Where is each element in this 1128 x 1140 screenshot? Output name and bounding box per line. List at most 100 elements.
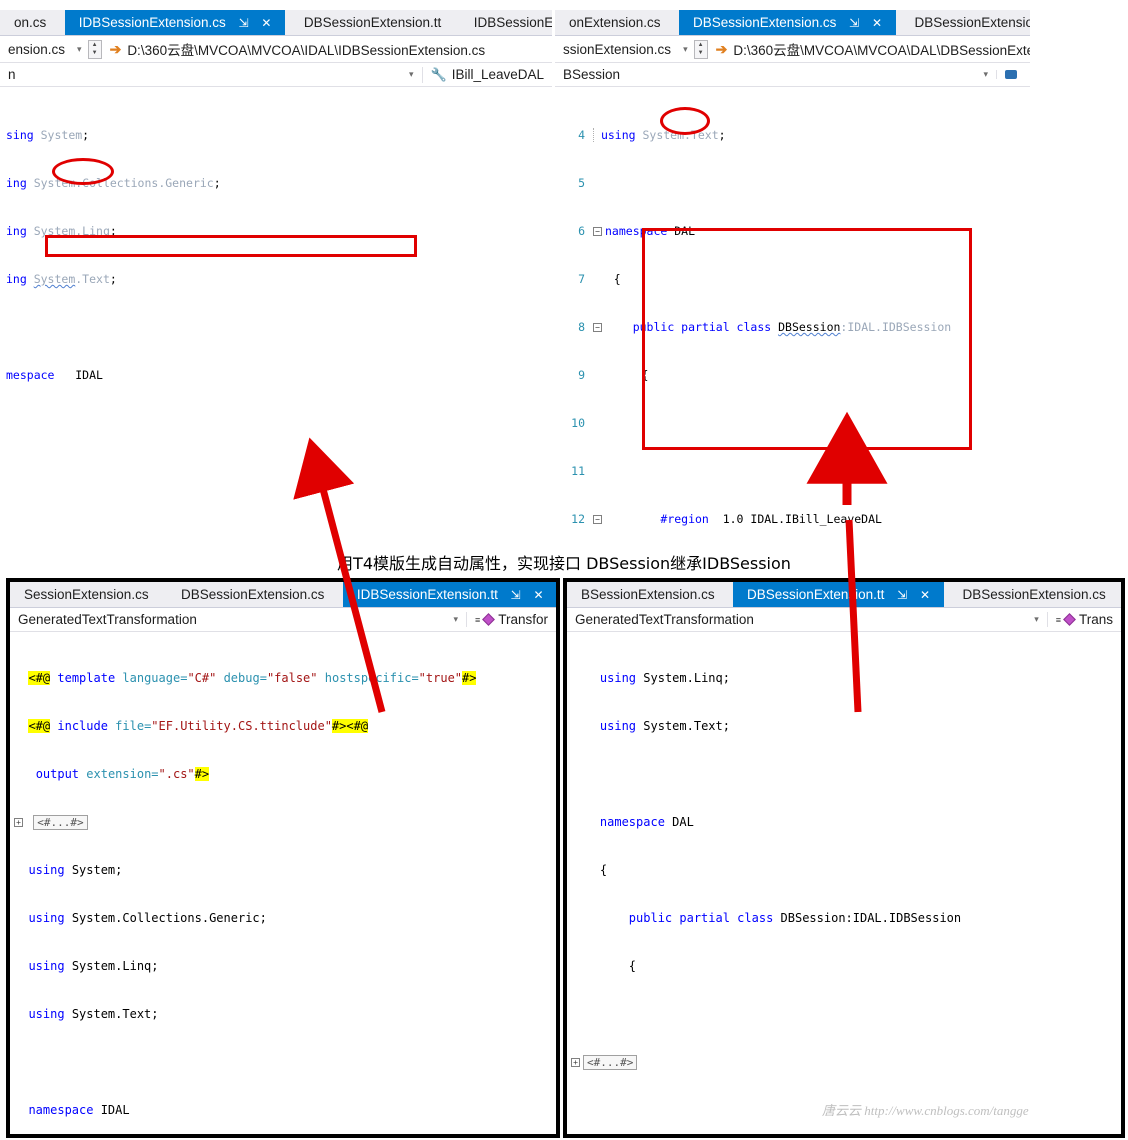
- code-line: using System.Text;: [599, 719, 730, 733]
- tab-dbsessionextension-cs[interactable]: DBSessionExtension.cs: [167, 582, 338, 607]
- tab-on-cs[interactable]: on.cs: [0, 10, 60, 35]
- scope-dropdown[interactable]: BSession ▾: [555, 67, 996, 82]
- fold-toggle-icon[interactable]: +: [571, 1058, 580, 1067]
- pin-icon[interactable]: ⇲: [849, 10, 859, 35]
- tab-label: DBSessionExtension.tt: [303, 15, 442, 30]
- collapsed-block[interactable]: <#...#>: [33, 815, 88, 830]
- code-line: <#@ template language="C#" debug="false"…: [28, 671, 477, 685]
- tab-sessionextension-cs[interactable]: SessionExtension.cs: [10, 582, 163, 607]
- code-area-top-left[interactable]: sing System; ing System.Collections.Gene…: [0, 89, 552, 532]
- member-label: Transfor: [498, 612, 548, 627]
- tab-label: IDBSessionExten: [473, 15, 552, 30]
- navbar-filename: ssionExtension.cs: [563, 41, 672, 57]
- code-line: + <#...#>: [571, 1054, 1121, 1070]
- code-area-bottom-right[interactable]: using System.Linq; using System.Text; na…: [567, 634, 1121, 1134]
- spinner-stepper[interactable]: ▲ ▼: [693, 39, 708, 59]
- member-dropdown[interactable]: [996, 70, 1030, 79]
- scope-label: GeneratedTextTransformation: [575, 612, 754, 627]
- class-icon: [1005, 70, 1017, 79]
- navbar-top-right: ssionExtension.cs ▾ ▲ ▼ ➔ D:\360云盘\MVCOA\…: [555, 36, 1030, 63]
- chevron-down-icon[interactable]: ▾: [1026, 614, 1047, 625]
- code-line: 7 {: [578, 272, 621, 286]
- scope-dropdown[interactable]: n ▾: [0, 67, 422, 82]
- tab-idbsessionextension-tt[interactable]: IDBSessionExtension.tt ⇲ ✕: [342, 582, 556, 607]
- scope-label: GeneratedTextTransformation: [18, 612, 197, 627]
- chevron-down-icon[interactable]: ▾: [71, 44, 88, 55]
- close-icon[interactable]: ✕: [533, 582, 543, 607]
- code-line: namespace IDAL: [28, 1103, 130, 1117]
- tab-dbsessionextension-cs[interactable]: DBSessionExtension.cs ⇲ ✕: [679, 10, 896, 35]
- memberbar-bottom-right: GeneratedTextTransformation ▾ ≡ Trans: [567, 608, 1121, 632]
- scope-dropdown[interactable]: GeneratedTextTransformation ▾: [567, 612, 1047, 627]
- tab-label: IDBSessionExtension.tt: [356, 587, 498, 602]
- code-line: using System.Linq;: [28, 959, 159, 973]
- collapsed-block[interactable]: <#...#>: [583, 1055, 638, 1070]
- wrench-icon: 🔧: [430, 66, 447, 82]
- code-line: 4 using System.Text;: [578, 128, 726, 142]
- code-line: 11: [571, 464, 585, 478]
- code-line: using System.Text;: [28, 1007, 159, 1021]
- fold-toggle-icon[interactable]: +: [14, 818, 23, 827]
- tab-label: on.cs: [14, 15, 47, 30]
- code-line: mespace IDAL: [6, 368, 103, 382]
- editor-window-dbsession-cs: onExtension.cs DBSessionExtension.cs ⇲ ✕…: [555, 10, 1030, 532]
- close-icon[interactable]: ✕: [261, 10, 271, 35]
- tab-dbsessionextension-tt[interactable]: DBSessionExtension.tt ⇲ ✕: [733, 582, 945, 607]
- member-label: IBill_LeaveDAL: [451, 67, 544, 82]
- tab-dbsessionextension-tt[interactable]: DBSessionExtension.tt: [900, 10, 1030, 35]
- tab-dbsessionextension-tt[interactable]: DBSessionExtension.tt: [290, 10, 455, 35]
- fold-toggle-icon[interactable]: −: [593, 515, 602, 524]
- editor-window-idbsessionextension-tt: SessionExtension.cs DBSessionExtension.c…: [10, 582, 556, 1134]
- tabstrip-bottom-left: SessionExtension.cs DBSessionExtension.c…: [10, 582, 556, 608]
- navbar-top-left: ension.cs ▾ ▲ ▼ ➔ D:\360云盘\MVCOA\MVCOA\ID…: [0, 36, 552, 63]
- tab-label: DBSessionExtension.tt: [914, 15, 1030, 30]
- member-dropdown[interactable]: ≡ Trans: [1046, 612, 1121, 627]
- member-dropdown[interactable]: 🔧 IBill_LeaveDAL: [421, 66, 553, 83]
- tab-label: DBSessionExtension.cs: [181, 587, 325, 602]
- chevron-down-icon[interactable]: ▾: [445, 614, 466, 625]
- figure-caption: 用T4模版生成自动属性，实现接口 DBSession继承IDBSession: [337, 554, 791, 573]
- menu-lines-icon: ≡: [1055, 614, 1061, 625]
- navbar-path: D:\360云盘\MVCOA\MVCOA\IDAL\IDBSessionExte…: [127, 43, 486, 58]
- pin-icon[interactable]: ⇲: [239, 10, 249, 35]
- menu-lines-icon: ≡: [474, 614, 480, 625]
- pin-icon[interactable]: ⇲: [897, 582, 907, 607]
- navbar-filename: ension.cs: [8, 41, 66, 57]
- tab-idbsessionexten[interactable]: IDBSessionExten: [460, 10, 552, 35]
- code-line: using System.Linq;: [599, 671, 730, 685]
- chevron-down-icon[interactable]: ▾: [677, 44, 694, 55]
- code-line: 12− #region 1.0 IDAL.IBill_LeaveDAL: [571, 512, 882, 526]
- chevron-down-icon[interactable]: ▾: [401, 69, 422, 80]
- code-area-top-right[interactable]: 4 using System.Text; 5 6− namespace DAL 7…: [555, 89, 1030, 532]
- tab-label: SessionExtension.cs: [24, 587, 149, 602]
- tab-dbsessionextension-cs-2[interactable]: DBSessionExtension.cs: [948, 582, 1119, 607]
- code-line: {: [571, 959, 637, 973]
- member-dropdown[interactable]: ≡ Transfor: [465, 612, 556, 627]
- tab-idbsessionextension-cs[interactable]: IDBSessionExtension.cs ⇲ ✕: [64, 10, 286, 35]
- transform-icon: [1063, 613, 1076, 626]
- arrow-right-icon: ➔: [109, 40, 122, 57]
- code-line: using System;: [28, 863, 123, 877]
- code-line: ing System.Collections.Generic;: [6, 176, 221, 190]
- arrow-right-icon: ➔: [715, 40, 728, 57]
- pin-icon[interactable]: ⇲: [511, 582, 521, 607]
- fold-toggle-icon[interactable]: −: [593, 227, 602, 236]
- editor-window-idbsession-cs: on.cs IDBSessionExtension.cs ⇲ ✕ DBSessi…: [0, 10, 552, 532]
- navbar-path: D:\360云盘\MVCOA\MVCOA\DAL\DBSessionExte: [733, 43, 1030, 58]
- code-line: public partial class DBSession:IDAL.IDBS…: [628, 911, 962, 925]
- close-icon[interactable]: ✕: [872, 10, 882, 35]
- fold-toggle-icon[interactable]: −: [593, 323, 602, 332]
- scope-dropdown[interactable]: GeneratedTextTransformation ▾: [10, 612, 466, 627]
- memberbar-top-left: n ▾ 🔧 IBill_LeaveDAL: [0, 63, 552, 87]
- chevron-down-icon[interactable]: ▾: [975, 69, 996, 80]
- tab-onextension-cs[interactable]: onExtension.cs: [555, 10, 675, 35]
- close-icon[interactable]: ✕: [920, 582, 930, 607]
- tab-label: DBSessionExtension.cs: [962, 587, 1106, 602]
- tab-label: onExtension.cs: [569, 15, 661, 30]
- tab-bsessionextension-cs[interactable]: BSessionExtension.cs: [567, 582, 729, 607]
- spinner-stepper[interactable]: ▲ ▼: [87, 39, 102, 59]
- code-area-bottom-left[interactable]: <#@ template language="C#" debug="false"…: [10, 634, 556, 1134]
